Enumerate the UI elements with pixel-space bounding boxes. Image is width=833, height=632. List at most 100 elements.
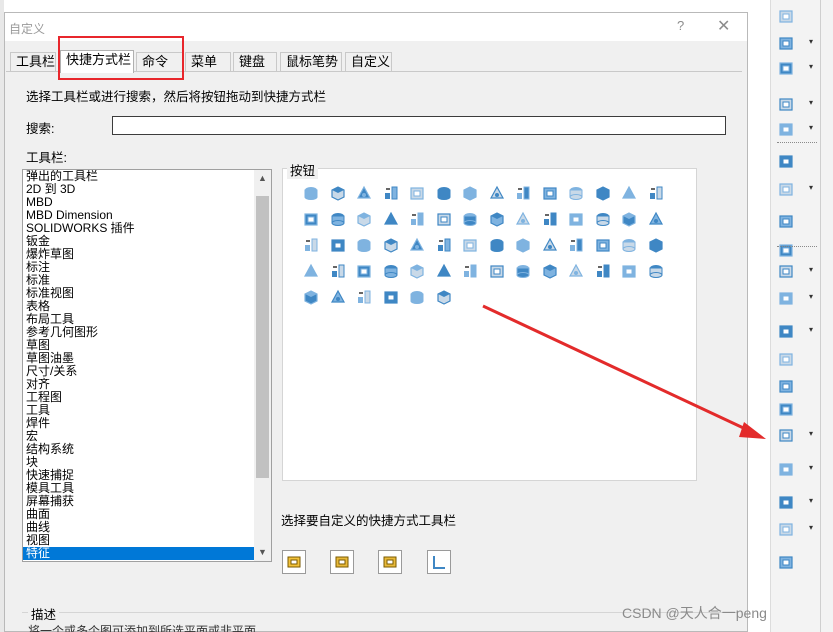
circular-pattern-icon[interactable] [488, 236, 506, 254]
save-bodies-icon[interactable] [435, 262, 453, 280]
toolbar-list-item[interactable]: 焊件 [23, 417, 255, 430]
table-pattern-icon[interactable] [567, 236, 585, 254]
toolbar-list-item[interactable]: 结构系统 [23, 443, 255, 456]
part-icon[interactable] [382, 262, 400, 280]
extruded-cut-icon[interactable] [435, 184, 453, 202]
sketch-shortcut-icon[interactable] [427, 550, 451, 574]
boundary-boss-icon[interactable] [408, 184, 426, 202]
right-toolbar-item[interactable] [775, 210, 815, 232]
right-toolbar-item[interactable]: ▾ [775, 287, 815, 309]
toolbar-list-item[interactable]: SOLIDWORKS 插件 [23, 222, 255, 235]
lofted-boss-icon[interactable] [382, 184, 400, 202]
solid-box-icon[interactable] [647, 184, 665, 202]
replace-face-icon[interactable] [567, 262, 585, 280]
right-toolbar-item[interactable]: ▾ [775, 424, 815, 446]
point-cloud-icon[interactable] [302, 262, 320, 280]
sketch-pattern-icon[interactable] [514, 236, 532, 254]
assembly-shortcut-icon[interactable] [330, 550, 354, 574]
fillet-icon[interactable] [302, 210, 320, 228]
right-toolbar-item[interactable]: ▾ [775, 118, 815, 140]
scroll-thumb[interactable] [256, 196, 269, 478]
deform-icon[interactable] [355, 236, 373, 254]
revolved-boss-icon[interactable] [329, 184, 347, 202]
toolbar-list-item[interactable]: 工程图 [23, 391, 255, 404]
help-icon[interactable]: ? [677, 18, 684, 33]
toolbar-list-item[interactable]: 标准视图 [23, 287, 255, 300]
combine-icon[interactable] [567, 210, 585, 228]
split-icon[interactable] [594, 210, 612, 228]
feature-works-icon[interactable] [620, 262, 638, 280]
right-toolbar-item[interactable] [775, 150, 815, 172]
intersect-icon[interactable] [488, 210, 506, 228]
variable-pattern-icon[interactable] [620, 236, 638, 254]
cosmetic-thread-icon[interactable] [514, 210, 532, 228]
simple-hole-icon[interactable] [382, 288, 400, 306]
chevron-down-icon[interactable]: ▾ [809, 325, 813, 334]
mirror-body-icon[interactable] [435, 288, 453, 306]
3d-grid-icon[interactable] [329, 288, 347, 306]
right-toolbar-item[interactable] [775, 348, 815, 370]
mirror-icon[interactable] [435, 236, 453, 254]
wrap-icon[interactable] [461, 210, 479, 228]
linear-pattern-icon[interactable] [461, 236, 479, 254]
insert-part-icon[interactable] [461, 262, 479, 280]
tool-table-icon[interactable] [329, 262, 347, 280]
chevron-down-icon[interactable]: ▾ [809, 292, 813, 301]
move-face-icon[interactable] [488, 262, 506, 280]
tab-keyboard[interactable]: 键盘 [233, 52, 277, 72]
toolbar-list-item[interactable]: 曲线 [23, 521, 255, 534]
toolbar-list-item[interactable]: 曲面 [23, 508, 255, 521]
tab-toolbars[interactable]: 工具栏 [10, 52, 56, 72]
dome-icon[interactable] [435, 210, 453, 228]
right-toolbar-item[interactable] [775, 375, 815, 397]
close-icon[interactable]: ✕ [717, 16, 730, 36]
right-toolbar-item[interactable] [775, 5, 815, 27]
tab-customization[interactable]: 自定义 [345, 52, 392, 72]
chevron-down-icon[interactable]: ▾ [809, 37, 813, 46]
mold-icon[interactable] [594, 262, 612, 280]
right-toolbar-item[interactable]: ▾ [775, 260, 815, 282]
thread-icon[interactable] [541, 210, 559, 228]
chevron-down-icon[interactable]: ▾ [809, 265, 813, 274]
search-input[interactable] [112, 116, 726, 135]
chevron-down-icon[interactable]: ▾ [809, 496, 813, 505]
right-toolbar-item[interactable] [775, 551, 815, 573]
right-toolbar-item[interactable]: ▾ [775, 32, 815, 54]
right-toolbar-item[interactable]: ▾ [775, 93, 815, 115]
toolbar-listbox[interactable]: 弹出的工具栏 2D 到 3D MBD MBD Dimension SOLIDWORKS … [22, 169, 272, 562]
toolbar-list-item[interactable]: 标注 [23, 261, 255, 274]
toolbar-list-item[interactable]: 特征 [23, 547, 255, 560]
right-toolbar-item[interactable]: ▾ [775, 518, 815, 540]
right-toolbar-item[interactable] [775, 398, 815, 420]
move-copy-icon[interactable] [620, 210, 638, 228]
tab-menus[interactable]: 菜单 [185, 52, 231, 72]
explode-icon[interactable] [647, 262, 665, 280]
boss-block-icon[interactable] [408, 288, 426, 306]
fill-pattern-icon[interactable] [594, 236, 612, 254]
chevron-down-icon[interactable]: ▾ [809, 523, 813, 532]
toolbar-list-item[interactable]: 爆炸草图 [23, 248, 255, 261]
shell-icon[interactable] [408, 210, 426, 228]
flex-icon[interactable] [329, 236, 347, 254]
freeform-icon[interactable] [408, 236, 426, 254]
right-toolbar-item[interactable] [775, 239, 815, 261]
draft-icon[interactable] [382, 210, 400, 228]
check-icon[interactable] [302, 288, 320, 306]
toolbar-list-item[interactable]: 工具 [23, 404, 255, 417]
toolbar-list-item[interactable]: 视图 [23, 534, 255, 547]
scrollbar[interactable]: ▲ ▼ [254, 170, 271, 561]
scroll-up-icon[interactable]: ▲ [254, 170, 271, 187]
chevron-down-icon[interactable]: ▾ [809, 123, 813, 132]
curve-pattern-icon[interactable] [541, 236, 559, 254]
right-toolbar-item[interactable]: ▾ [775, 320, 815, 342]
instant3d-icon[interactable] [355, 288, 373, 306]
indent-icon[interactable] [382, 236, 400, 254]
face-body-icon[interactable] [408, 262, 426, 280]
revolved-cut-icon[interactable] [488, 184, 506, 202]
boundary-cut-icon[interactable] [567, 184, 585, 202]
scroll-down-icon[interactable]: ▼ [254, 544, 271, 561]
swept-boss-icon[interactable] [355, 184, 373, 202]
drawing-shortcut-icon[interactable] [378, 550, 402, 574]
chamfer-icon[interactable] [329, 210, 347, 228]
delete-face-icon[interactable] [514, 262, 532, 280]
